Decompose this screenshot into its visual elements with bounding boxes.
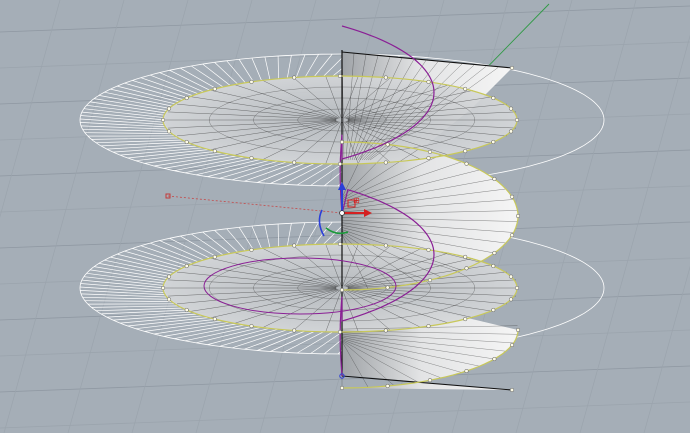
control-point[interactable]: [337, 73, 343, 79]
control-point[interactable]: [509, 342, 515, 348]
control-point[interactable]: [160, 285, 166, 291]
control-point[interactable]: [292, 160, 297, 165]
viewport-canvas[interactable]: ⊞: [0, 0, 690, 433]
control-point[interactable]: [385, 142, 390, 147]
control-point[interactable]: [166, 297, 172, 302]
wireframe-radial-line: [277, 55, 279, 79]
control-point[interactable]: [464, 368, 469, 374]
control-point[interactable]: [491, 95, 496, 101]
control-point[interactable]: [383, 160, 388, 165]
control-point[interactable]: [184, 263, 189, 269]
control-point[interactable]: [337, 329, 343, 335]
control-point[interactable]: [508, 297, 514, 302]
control-point[interactable]: [509, 194, 515, 199]
control-point[interactable]: [385, 285, 390, 290]
control-point[interactable]: [249, 324, 254, 329]
control-point[interactable]: [337, 161, 343, 167]
control-point[interactable]: [385, 383, 390, 389]
control-point[interactable]: [492, 356, 497, 362]
control-point[interactable]: [427, 378, 433, 383]
control-point[interactable]: [515, 327, 521, 333]
control-point[interactable]: [509, 65, 515, 71]
control-point[interactable]: [383, 75, 388, 80]
control-point[interactable]: [463, 86, 468, 91]
control-point[interactable]: [509, 233, 515, 238]
control-point[interactable]: [426, 79, 431, 84]
control-point[interactable]: [184, 139, 189, 145]
control-point[interactable]: [463, 254, 468, 259]
wireframe-radial-line: [277, 223, 279, 247]
control-point[interactable]: [184, 95, 189, 101]
control-point[interactable]: [184, 307, 189, 313]
control-point[interactable]: [292, 243, 297, 248]
viewport[interactable]: ⊞: [0, 0, 690, 433]
control-point[interactable]: [508, 129, 514, 134]
control-point[interactable]: [337, 241, 343, 247]
control-point[interactable]: [339, 287, 345, 293]
control-point[interactable]: [383, 328, 388, 333]
control-point[interactable]: [339, 385, 345, 391]
control-point[interactable]: [249, 156, 254, 161]
control-point[interactable]: [292, 75, 297, 80]
control-point[interactable]: [464, 161, 469, 166]
control-point[interactable]: [491, 263, 496, 269]
control-point[interactable]: [292, 328, 297, 333]
control-point[interactable]: [427, 149, 433, 154]
control-point[interactable]: [383, 243, 388, 248]
control-point[interactable]: [514, 117, 520, 123]
control-point[interactable]: [463, 149, 468, 154]
control-point[interactable]: [508, 274, 514, 279]
control-point[interactable]: [166, 129, 172, 134]
control-point[interactable]: [212, 254, 217, 259]
control-point[interactable]: [514, 285, 520, 291]
control-point[interactable]: [249, 247, 254, 252]
control-point[interactable]: [166, 106, 172, 111]
control-point[interactable]: [491, 139, 496, 145]
control-point[interactable]: [464, 266, 469, 271]
control-point[interactable]: [427, 278, 433, 283]
control-point[interactable]: [212, 317, 217, 322]
gumball-label: ⊞: [353, 196, 360, 205]
control-point[interactable]: [212, 86, 217, 91]
control-point[interactable]: [212, 149, 217, 154]
control-point[interactable]: [463, 317, 468, 322]
control-point[interactable]: [426, 156, 431, 161]
control-point[interactable]: [166, 274, 172, 279]
gumball-origin[interactable]: [339, 210, 345, 216]
control-point[interactable]: [509, 387, 515, 393]
control-point[interactable]: [339, 139, 345, 145]
control-point[interactable]: [160, 117, 166, 123]
control-point[interactable]: [492, 250, 497, 256]
control-point[interactable]: [249, 79, 254, 84]
control-point[interactable]: [492, 176, 497, 182]
control-point[interactable]: [426, 324, 431, 329]
control-point[interactable]: [515, 213, 521, 219]
control-point[interactable]: [426, 247, 431, 252]
control-point[interactable]: [491, 307, 496, 313]
control-point[interactable]: [508, 106, 514, 111]
